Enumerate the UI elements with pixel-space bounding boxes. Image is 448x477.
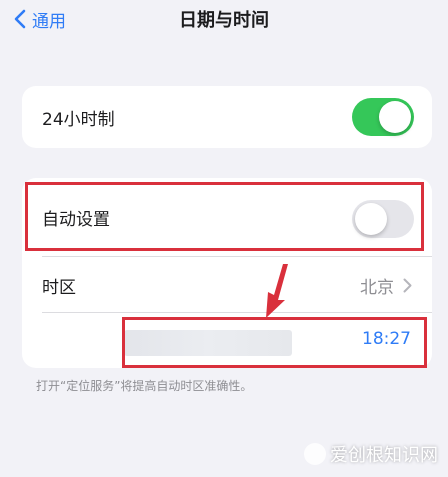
time-value[interactable]: 18:27 <box>362 329 411 349</box>
watermark: 爱创根知识网 <box>304 441 438 467</box>
clock-24h-label: 24小时制 <box>42 109 115 130</box>
annotation-arrow-icon <box>266 264 288 318</box>
footnote-text: 打开“定位服务”将提高自动时区准确性。 <box>36 379 253 393</box>
auto-set-toggle[interactable] <box>352 200 414 238</box>
date-time-settings-screen: 通用 日期与时间 24小时制 自动设置 时区 北京 18:27 打开“定位服务”… <box>0 0 448 477</box>
page-title: 日期与时间 <box>179 10 269 31</box>
watermark-logo-icon <box>304 443 326 465</box>
auto-set-label: 自动设置 <box>42 209 110 230</box>
watermark-text: 爱创根知识网 <box>330 445 438 466</box>
toggle-knob <box>379 101 411 133</box>
timezone-label: 时区 <box>42 277 76 298</box>
clock-format-group: 24小时制 <box>22 86 432 148</box>
clock-24h-toggle[interactable] <box>352 98 414 136</box>
timezone-value: 北京 <box>360 277 394 298</box>
chevron-right-icon <box>403 278 412 292</box>
date-value-obscured[interactable] <box>124 330 292 356</box>
timezone-row[interactable]: 时区 北京 <box>22 257 432 313</box>
row-divider <box>42 312 432 313</box>
toggle-knob <box>355 203 387 235</box>
